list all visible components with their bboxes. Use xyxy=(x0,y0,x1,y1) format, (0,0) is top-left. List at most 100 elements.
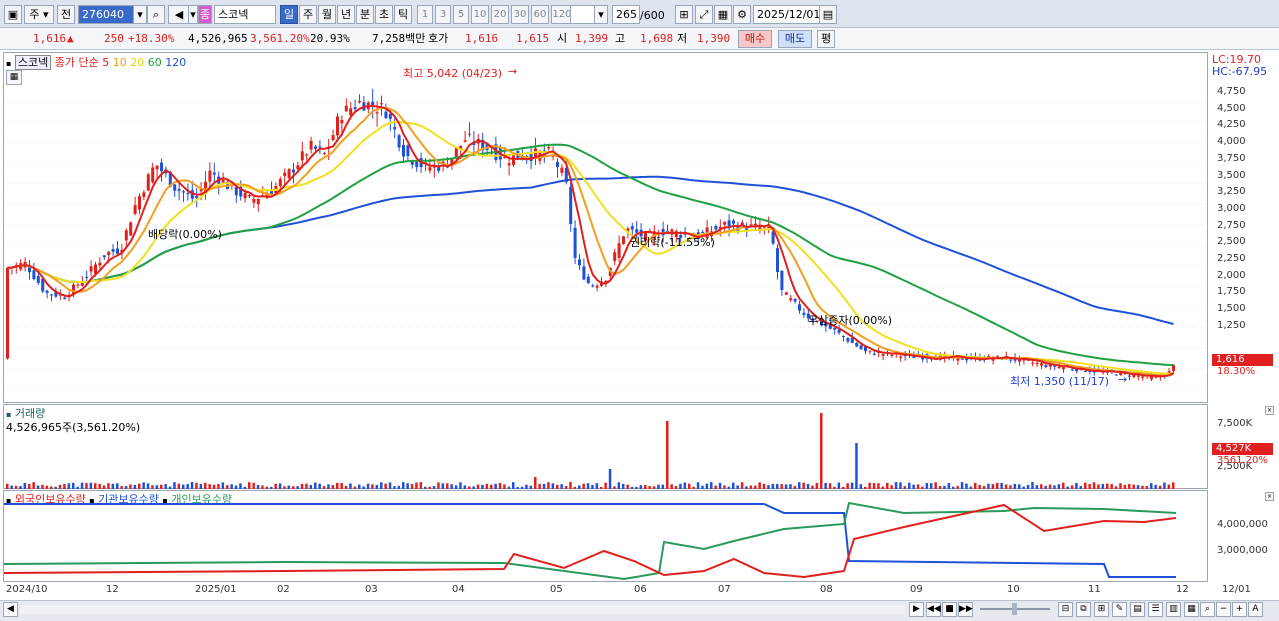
period-select[interactable]: 주 ▾ xyxy=(24,5,54,24)
volume-bar xyxy=(1150,483,1153,489)
volume-bar xyxy=(1119,483,1122,489)
volume-bar xyxy=(780,484,783,489)
font-size-icon[interactable]: A xyxy=(1248,602,1263,617)
volume-bar xyxy=(538,483,541,489)
split-icon[interactable]: ⊞ xyxy=(1094,602,1109,617)
zoom-in-icon[interactable]: + xyxy=(1232,602,1247,617)
flat-button[interactable]: 평 xyxy=(817,30,835,48)
volume-bar xyxy=(617,482,621,489)
period-tab[interactable]: 년 xyxy=(337,5,355,24)
low-label: 저 xyxy=(677,32,688,45)
zoom-icon[interactable]: ⌕ xyxy=(1200,602,1215,617)
grid-icon[interactable]: ▦ xyxy=(1184,602,1199,617)
candle-body xyxy=(1057,366,1061,369)
period-tab[interactable]: 틱 xyxy=(394,5,412,24)
speaker-icon[interactable]: ◀ xyxy=(168,5,190,24)
volume-bar xyxy=(54,486,57,489)
resize-icon[interactable]: ⤢ xyxy=(695,5,713,24)
volume-bar xyxy=(331,485,335,489)
interval-tab[interactable]: 60 xyxy=(531,5,549,24)
compare-icon[interactable]: ▦ xyxy=(714,5,732,24)
interval-tab[interactable]: 3 xyxy=(435,5,451,24)
interval-tab[interactable]: 20 xyxy=(491,5,509,24)
candle-body xyxy=(1040,363,1043,366)
stock-name-field[interactable]: 스코넥 xyxy=(214,5,276,24)
volume-chart[interactable] xyxy=(4,405,1208,489)
candle-body xyxy=(89,266,93,272)
forward-icon[interactable]: ▶▶ xyxy=(958,602,973,617)
zoom-slider-handle[interactable] xyxy=(1012,603,1017,615)
period-tab[interactable]: 초 xyxy=(375,5,393,24)
chevron-down-icon[interactable]: ▾ xyxy=(133,5,147,24)
sell-button[interactable]: 매도 xyxy=(778,30,812,48)
volume-bar xyxy=(23,482,27,489)
volume-bar xyxy=(476,484,480,489)
tool-icon[interactable]: ✎ xyxy=(1112,602,1127,617)
chevron-down-icon[interactable]: ▾ xyxy=(594,5,608,24)
zoom-out-icon[interactable]: − xyxy=(1216,602,1231,617)
bar-icon[interactable]: ▥ xyxy=(1166,602,1181,617)
x-tick: 02 xyxy=(277,584,290,595)
chevron-down-icon[interactable]: ▾ xyxy=(188,5,198,24)
volume-bar xyxy=(45,485,49,489)
layout-icon[interactable]: ⊟ xyxy=(1058,602,1073,617)
volume-bar xyxy=(1053,485,1056,489)
price-tick: 4,500 xyxy=(1217,102,1246,114)
count-input[interactable]: 265 xyxy=(612,5,640,24)
search-icon[interactable]: ⌕ xyxy=(147,5,165,24)
crosshair-icon[interactable]: ⊞ xyxy=(675,5,693,24)
volume-bar xyxy=(292,486,295,489)
volume-bar xyxy=(679,483,682,489)
volume-bar xyxy=(89,482,93,489)
interval-tab[interactable]: 30 xyxy=(511,5,529,24)
interval-tab[interactable]: 5 xyxy=(453,5,469,24)
low-price: 1,390 xyxy=(697,32,731,45)
scroll-left-icon[interactable]: ◀ xyxy=(3,602,18,617)
gear-icon[interactable]: ⚙ xyxy=(733,5,751,24)
list-icon[interactable]: ☰ xyxy=(1148,602,1163,617)
volume-bar xyxy=(582,483,585,489)
period-tab[interactable]: 일 xyxy=(280,5,298,24)
candle-body xyxy=(1035,362,1039,365)
volume-bar xyxy=(688,483,691,489)
table-icon[interactable]: ▤ xyxy=(1130,602,1145,617)
candle-body xyxy=(582,266,586,280)
volume-bar xyxy=(252,482,255,489)
scroll-right-icon[interactable]: ▶ xyxy=(909,602,924,617)
volume-bar xyxy=(72,482,75,489)
buy-button[interactable]: 매수 xyxy=(738,30,772,48)
candle-body xyxy=(287,169,291,179)
copy-icon[interactable]: ⧉ xyxy=(1076,602,1091,617)
volume-bar xyxy=(767,485,770,489)
volume-bar xyxy=(666,421,669,489)
volume-bar xyxy=(1000,483,1003,489)
panel-close-icon[interactable]: × xyxy=(1265,492,1274,501)
volume-bar xyxy=(534,477,537,489)
volume-bar xyxy=(1066,486,1069,489)
holder-tick: 3,000,000 xyxy=(1217,545,1268,556)
period-tab[interactable]: 분 xyxy=(356,5,374,24)
volume-bar xyxy=(199,483,203,489)
panel-close-icon[interactable]: × xyxy=(1265,406,1274,415)
rewind-icon[interactable]: ◀◀ xyxy=(926,602,941,617)
interval-tab[interactable]: 1 xyxy=(417,5,433,24)
calendar-icon[interactable]: ▤ xyxy=(819,5,837,24)
holder-chart[interactable] xyxy=(4,491,1208,581)
candle-body xyxy=(283,172,287,176)
code-input[interactable]: 276040 xyxy=(78,5,136,24)
candle-body xyxy=(578,259,581,266)
volume-bar xyxy=(705,483,709,489)
stop-icon[interactable]: ■ xyxy=(942,602,957,617)
volume-bar xyxy=(1154,484,1157,489)
price-tick: 3,000 xyxy=(1217,202,1246,214)
volume-bar xyxy=(362,486,365,489)
dividend-annotation: 배당락(0.00%) xyxy=(148,228,222,241)
window-icon[interactable]: ▣ xyxy=(4,5,22,24)
scrollbar-track[interactable] xyxy=(20,605,905,614)
prev-button[interactable]: 전 xyxy=(57,5,75,24)
volume-bar xyxy=(314,482,317,489)
interval-tab[interactable]: 10 xyxy=(471,5,489,24)
period-tab[interactable]: 주 xyxy=(299,5,317,24)
candle-body xyxy=(116,248,119,254)
period-tab[interactable]: 월 xyxy=(318,5,336,24)
